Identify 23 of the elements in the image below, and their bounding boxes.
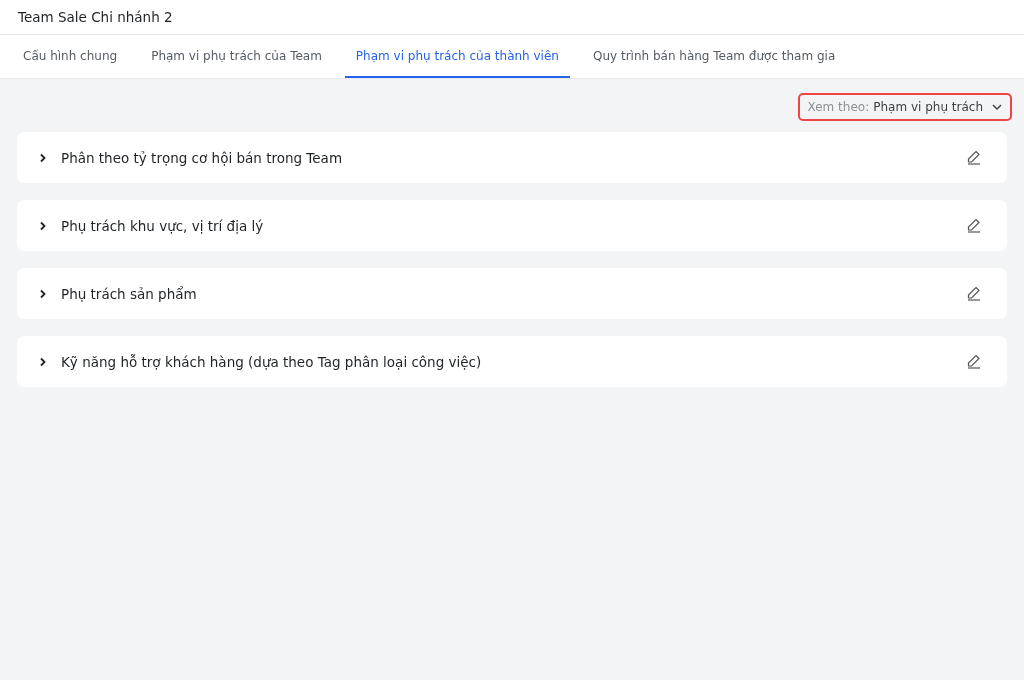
chevron-icon[interactable]: [39, 220, 47, 231]
pencil-icon[interactable]: [967, 150, 981, 165]
chevron-icon[interactable]: [39, 288, 47, 299]
pencil-icon[interactable]: [967, 286, 981, 301]
tab[interactable]: Phạm vi phụ trách của Team: [140, 35, 333, 78]
tab[interactable]: Quy trình bán hàng Team được tham gia: [581, 35, 847, 78]
section-title: Phụ trách sản phẩm: [61, 285, 198, 302]
section-title: Phân theo tỷ trọng cơ hội bán trong Team: [61, 149, 344, 166]
section-card[interactable]: Kỹ năng hỗ trợ khách hàng (dựa theo Tag phân loại công việc): [17, 336, 1007, 387]
tab[interactable]: Cấu hình chung: [12, 35, 129, 78]
pencil-icon[interactable]: [967, 218, 981, 233]
view-by-dropdown[interactable]: Xem theo: Phạm vi phụ trách: [797, 93, 1012, 121]
pencil-icon[interactable]: [967, 354, 981, 369]
section-card[interactable]: Phụ trách khu vực, vị trí địa lý: [17, 200, 1007, 251]
caret-icon: [992, 104, 1002, 110]
section-title: Kỹ năng hỗ trợ khách hàng (dựa theo Tag phân loại công việc): [61, 353, 483, 370]
chevron-icon[interactable]: [39, 356, 47, 367]
tab[interactable]: Phạm vi phụ trách của thành viên: [344, 35, 570, 78]
chevron-icon[interactable]: [39, 152, 47, 163]
section-title: Phụ trách khu vực, vị trí địa lý: [61, 217, 265, 234]
team-title: Team Sale Chi nhánh 2: [18, 9, 173, 25]
section-card[interactable]: Phân theo tỷ trọng cơ hội bán trong Team: [17, 132, 1007, 183]
section-card[interactable]: Phụ trách sản phẩm: [17, 268, 1007, 319]
